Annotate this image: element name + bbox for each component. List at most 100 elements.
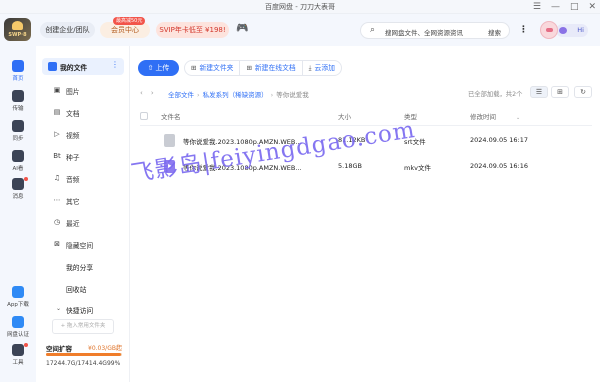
search-button[interactable]: 搜索 (488, 27, 501, 37)
transfer-icon (12, 90, 24, 102)
rail-item-verify[interactable]: 网盘认证 (0, 316, 36, 338)
file-modified-time: 2024.09.05 16:16 (470, 162, 529, 170)
column-header-name[interactable]: 文件名 (161, 111, 181, 121)
new-folder-label: 新建文件夹 (199, 64, 234, 72)
rail-item-ai[interactable]: AI看 (0, 150, 36, 172)
nav-rail: 首页 传输 同步 AI看 消息 App下载 网盘认证 工具 (0, 46, 36, 382)
refresh-button[interactable]: ↻ (574, 86, 592, 98)
rail-item-messages[interactable]: 消息 (0, 177, 36, 200)
breadcrumb-current: 等你说爱我 (276, 91, 309, 99)
minimize-icon[interactable]: — (551, 0, 560, 14)
rail-item-home[interactable]: 首页 (0, 60, 36, 82)
search-placeholder: 搜网盘文件、全网资源资讯 (385, 29, 463, 37)
ai-icon (12, 150, 24, 162)
unread-dot (24, 343, 28, 347)
verify-icon (12, 316, 24, 328)
search-icon: ⌕ (370, 25, 376, 35)
sidebar-item-label: 种子 (66, 154, 80, 162)
upload-button[interactable]: ⇧ 上传 (138, 60, 179, 76)
sidebar-item-my-share[interactable]: 我的分享 (66, 262, 93, 272)
sidebar-item-label: 我的文件 (60, 64, 88, 72)
file-main-panel: ⇧ 上传 ⊞ 新建文件夹 ⊞ 新建在线文档 ⤓ 云添加 ‹› 全部文件 › 私发系列（稀缺资… (130, 46, 600, 382)
sidebar-item-my-files[interactable]: 我的文件 ⋮ (42, 58, 124, 75)
back-arrow-icon[interactable]: ‹ (140, 89, 151, 97)
sidebar-item-documents[interactable]: ▤ 文档 (54, 108, 80, 120)
clock-icon: ◷ (53, 218, 61, 226)
user-avatar[interactable] (540, 21, 558, 39)
window-titlebar: 百度网盘 - 刀刀大表哥 ☰ — □ ✕ (0, 0, 600, 14)
file-size: 5.18GB (338, 162, 362, 170)
assistant-icon (559, 27, 567, 34)
rail-item-label: 工具 (12, 360, 24, 366)
sidebar-item-hidden-space[interactable]: ⊠ 隐藏空间 (54, 240, 93, 252)
sidebar-item-images[interactable]: ▣ 图片 (54, 86, 80, 98)
sidebar-item-label: 音频 (66, 176, 80, 184)
sidebar-item-audio[interactable]: ♫ 音频 (54, 174, 80, 186)
menu-icon[interactable]: ☰ (533, 0, 541, 14)
nav-arrows: ‹› (140, 89, 162, 97)
avatar-logo[interactable]: SWP·8 (4, 18, 31, 41)
storage-progress-fill (46, 353, 122, 356)
list-status: 已全部加载，共2个 (468, 91, 523, 98)
cloud-add-button[interactable]: ⤓ 云添加 (303, 61, 341, 75)
rail-item-app-download[interactable]: App下载 (0, 286, 36, 308)
create-enterprise-button[interactable]: 创建企业/团队 (40, 22, 95, 38)
storage-expand-label[interactable]: 空间扩容 (46, 343, 72, 353)
rail-item-label: 首页 (12, 76, 24, 82)
svip-promo-button[interactable]: SVIP年卡低至 ¥198! (156, 22, 229, 38)
sidebar-item-label: 文档 (66, 110, 80, 118)
sort-down-icon[interactable]: ⌄ (516, 115, 520, 121)
game-controller-icon[interactable]: 🎮 (236, 23, 248, 34)
image-icon: ▣ (53, 86, 61, 94)
breadcrumb: 全部文件 › 私发系列（稀缺资源） › 等你说爱我 (168, 89, 309, 99)
select-all-checkbox[interactable] (140, 112, 148, 120)
breadcrumb-root[interactable]: 全部文件 (168, 91, 194, 99)
other-icon: ⋯ (53, 196, 61, 204)
maximize-icon[interactable]: □ (570, 0, 579, 14)
breadcrumb-folder[interactable]: 私发系列（稀缺资源） (203, 91, 268, 99)
chevron-right-icon[interactable]: › (118, 342, 121, 350)
rail-item-sync[interactable]: 同步 (0, 120, 36, 142)
app-header: SWP·8 创建企业/团队 会员中心 最高减50元 SVIP年卡低至 ¥198!… (0, 14, 600, 46)
close-icon[interactable]: ✕ (588, 0, 596, 14)
assistant-label: Hi (577, 26, 584, 34)
grid-view-button[interactable]: ⊞ (551, 86, 569, 98)
sync-icon (12, 120, 24, 132)
document-icon: ▤ (53, 108, 61, 116)
more-menu-icon[interactable]: ⋮ (519, 25, 528, 35)
home-icon (12, 60, 24, 72)
add-doc-icon: ⊞ (246, 64, 252, 72)
message-icon (12, 178, 24, 190)
quick-access-section[interactable]: ⌄ 快捷访问 (56, 305, 93, 315)
sidebar-item-other[interactable]: ⋯ 其它 (54, 196, 80, 208)
file-modified-time: 2024.09.05 16:17 (470, 136, 529, 144)
storage-price[interactable]: ¥0.03/GB起 (88, 343, 122, 352)
assistant-button[interactable]: Hi (556, 24, 588, 37)
more-options-icon[interactable]: ⋮ (111, 60, 119, 69)
upload-label: 上传 (155, 64, 170, 72)
sidebar-item-recycle-bin[interactable]: 回收站 (66, 284, 86, 294)
file-type: mkv文件 (404, 164, 431, 172)
new-folder-button[interactable]: ⊞ 新建文件夹 (185, 61, 241, 75)
unread-dot (24, 177, 28, 181)
rail-item-label: 消息 (12, 194, 24, 200)
rail-item-label: App下载 (7, 302, 29, 308)
sidebar-item-label: 图片 (66, 88, 80, 96)
audio-icon: ♫ (53, 174, 61, 182)
rail-item-tools[interactable]: 工具 (0, 343, 36, 366)
list-view-button[interactable]: ☰ (530, 86, 548, 98)
rail-item-label: 网盘认证 (6, 332, 29, 338)
new-online-doc-button[interactable]: ⊞ 新建在线文档 (240, 61, 303, 75)
forward-arrow-icon[interactable]: › (151, 89, 162, 97)
sidebar-item-label: 最近 (66, 220, 80, 228)
sidebar-item-recent[interactable]: ◷ 最近 (54, 218, 80, 230)
sidebar-item-videos[interactable]: ▷ 视频 (54, 130, 79, 142)
add-quick-folder-button[interactable]: + 拖入常用文件夹 (52, 319, 114, 334)
rail-item-transfer[interactable]: 传输 (0, 90, 36, 112)
hidden-space-icon: ⊠ (54, 240, 60, 248)
rail-item-label: AI看 (12, 166, 24, 172)
search-input[interactable]: ⌕ 搜网盘文件、全网资源资讯 搜索 (360, 22, 510, 39)
sidebar-item-torrents[interactable]: Bt 种子 (53, 152, 80, 164)
window-controls: ☰ — □ ✕ (533, 0, 596, 14)
sidebar-item-label: 其它 (66, 198, 80, 206)
